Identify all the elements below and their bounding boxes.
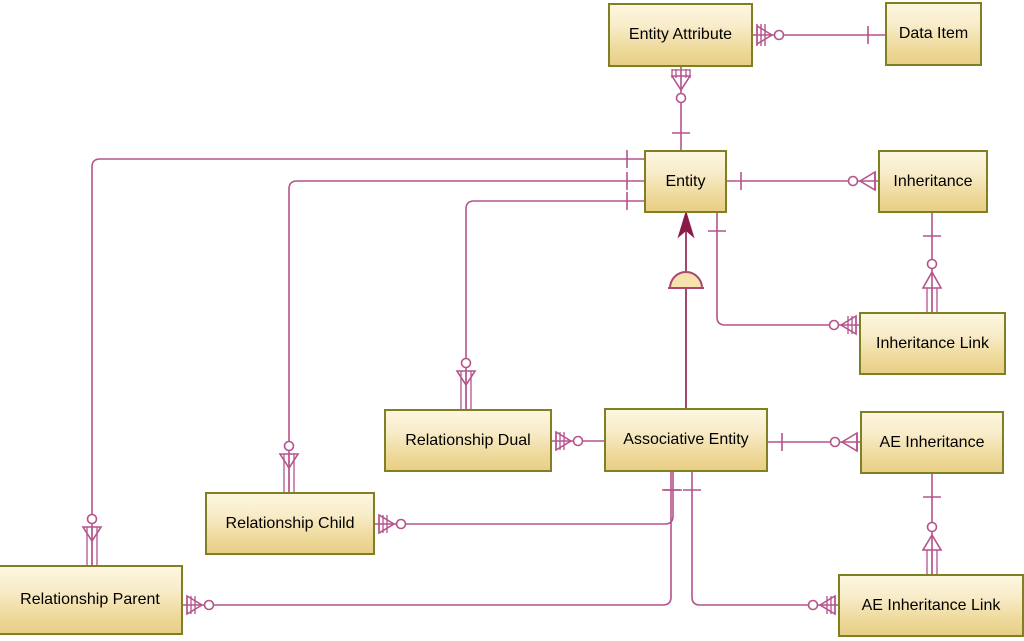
edge-associative-entity-entity-generalization	[668, 210, 704, 408]
entity-label: AE Inheritance Link	[861, 596, 1001, 614]
entity-label: Inheritance Link	[876, 334, 989, 352]
entity-box-entity[interactable]: Entity	[644, 150, 727, 213]
entity-label: Inheritance	[893, 172, 973, 190]
entity-label: Relationship Dual	[405, 431, 531, 449]
entity-box-entity-attribute[interactable]: Entity Attribute	[608, 3, 753, 67]
entity-box-inheritance-link[interactable]: Inheritance Link	[859, 312, 1006, 375]
entity-box-relationship-parent[interactable]: Relationship Parent	[0, 565, 183, 635]
entity-label: Associative Entity	[623, 431, 749, 448]
edge-inheritance-link-entity	[708, 213, 859, 336]
entity-label: Entity Attribute	[628, 26, 733, 43]
edge-relationship-dual-associative-entity	[552, 430, 604, 452]
entity-label: Relationship Child	[225, 514, 355, 532]
entity-box-inheritance[interactable]: Inheritance	[878, 150, 988, 213]
edge-ae-inheritance-link-ae-inheritance	[921, 474, 943, 574]
entity-label: Relationship Parent	[20, 591, 160, 608]
edge-entity-attribute-data-item	[753, 24, 885, 46]
edge-entity-attribute-entity	[670, 67, 692, 150]
entity-box-data-item[interactable]: Data Item	[885, 2, 982, 66]
edge-inheritance-link-inheritance	[921, 213, 943, 312]
entity-label: AE Inheritance	[879, 433, 985, 451]
erd-canvas: Entity Attribute Data Item Entity Inheri…	[0, 0, 1024, 641]
entity-box-ae-inheritance-link[interactable]: AE Inheritance Link	[838, 574, 1024, 637]
entity-label: Entity	[665, 172, 706, 190]
edge-relationship-dual-entity	[455, 192, 644, 409]
edge-inheritance-entity	[727, 170, 878, 192]
entity-box-ae-inheritance[interactable]: AE Inheritance	[860, 411, 1004, 474]
edge-relationship-child-associative-entity	[375, 472, 682, 535]
entity-box-relationship-child[interactable]: Relationship Child	[205, 492, 375, 555]
entity-label: Data Item	[898, 25, 969, 42]
edge-ae-inheritance-link-associative-entity	[683, 472, 838, 616]
entity-box-relationship-dual[interactable]: Relationship Dual	[384, 409, 552, 472]
edge-ae-inheritance-associative-entity	[768, 431, 860, 453]
entity-box-associative-entity[interactable]: Associative Entity	[604, 408, 768, 472]
